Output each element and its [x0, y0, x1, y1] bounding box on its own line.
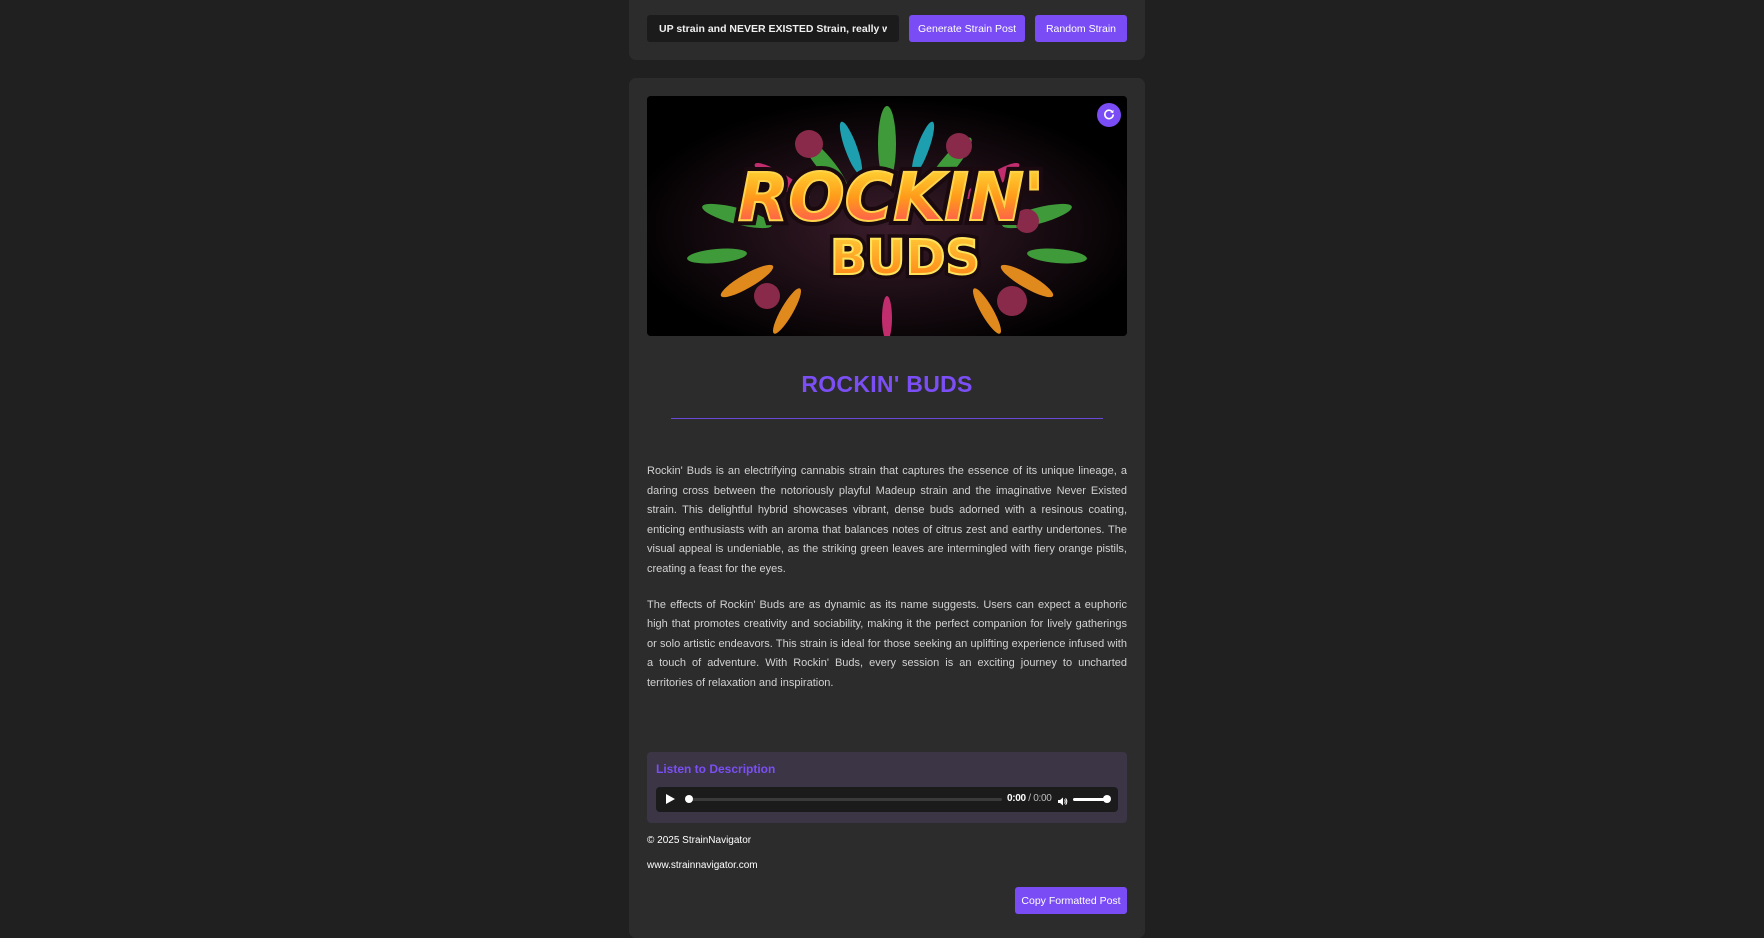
volume-icon[interactable]: [1057, 794, 1068, 812]
volume-handle[interactable]: [1103, 795, 1111, 803]
seek-handle[interactable]: [685, 795, 693, 803]
copy-formatted-post-button[interactable]: Copy Formatted Post: [1015, 887, 1127, 914]
speaker-icon: [1058, 797, 1068, 806]
play-icon[interactable]: [666, 794, 675, 804]
audio-section: Listen to Description 0:00 / 0:00: [647, 752, 1127, 823]
current-time: 0:00: [1007, 793, 1026, 804]
description-paragraph: Rockin' Buds is an electrifying cannabis…: [647, 465, 1127, 575]
strain-post-card: ROCKIN' ROCKIN' BUDS BUDS ROCKIN' BUDS R…: [629, 78, 1145, 938]
regenerate-image-button[interactable]: [1097, 103, 1121, 127]
title-divider: [671, 418, 1103, 419]
generate-strain-post-button[interactable]: Generate Strain Post: [909, 15, 1025, 42]
audio-seek-bar[interactable]: [685, 795, 1002, 803]
audio-section-label: Listen to Description: [656, 762, 776, 776]
copyright-text: © 2025 StrainNavigator: [647, 835, 752, 846]
audio-time: 0:00 / 0:00: [1007, 793, 1052, 804]
strain-prompt-input[interactable]: [647, 15, 899, 42]
strain-title: ROCKIN' BUDS: [801, 371, 973, 397]
svg-text:BUDS: BUDS: [830, 230, 980, 286]
strain-description: Rockin' Buds is an electrifying cannabis…: [647, 462, 1127, 710]
random-strain-button[interactable]: Random Strain: [1035, 15, 1127, 42]
generator-bar: Generate Strain Post Random Strain: [629, 0, 1145, 60]
audio-player: 0:00 / 0:00: [656, 787, 1118, 812]
description-paragraph: The effects of Rockin' Buds are as dynam…: [647, 598, 1127, 689]
rockin-buds-logo-art: ROCKIN' ROCKIN' BUDS BUDS: [647, 96, 1127, 336]
svg-text:ROCKIN': ROCKIN': [738, 159, 1045, 236]
site-url: www.strainnavigator.com: [647, 860, 758, 871]
duration: 0:00: [1033, 793, 1052, 804]
strain-hero-image: ROCKIN' ROCKIN' BUDS BUDS: [647, 96, 1127, 336]
refresh-icon: [1104, 109, 1114, 120]
volume-slider[interactable]: [1073, 795, 1111, 803]
